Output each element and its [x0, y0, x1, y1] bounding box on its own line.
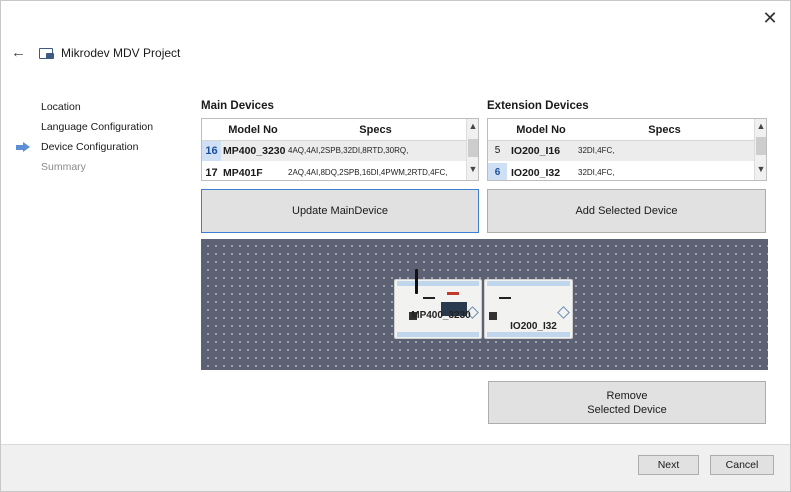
main-devices-scrollbar[interactable]: ▲ ▼: [466, 119, 478, 180]
extension-devices-scrollbar[interactable]: ▲ ▼: [754, 119, 766, 180]
new-project-dialog: ✕ ← Mikrodev MDV Project Location Langua…: [0, 0, 791, 492]
step-device-configuration: Device Configuration: [16, 141, 191, 161]
step-summary: Summary: [41, 161, 191, 181]
column-header-model[interactable]: Model No: [221, 119, 285, 141]
scroll-down-icon[interactable]: ▼: [755, 164, 766, 178]
device-card-main[interactable]: MP400_3230: [394, 279, 482, 339]
row-number: 16: [202, 141, 221, 161]
step-label: Summary: [41, 161, 86, 173]
row-model: MP401F: [223, 167, 263, 179]
row-specs: 32DI,4FC,: [578, 146, 615, 155]
antenna-icon: [415, 269, 418, 294]
remove-button-line-2: Selected Device: [587, 403, 667, 416]
remove-selected-device-button[interactable]: Remove Selected Device: [488, 381, 766, 424]
step-label: Device Configuration: [41, 141, 139, 153]
column-header-model[interactable]: Model No: [507, 119, 575, 141]
step-language-configuration: Language Configuration: [41, 121, 191, 141]
row-number: 5: [494, 145, 501, 156]
project-window-icon: [39, 48, 54, 59]
step-label: Location: [41, 101, 81, 113]
nav-pad-icon: [557, 306, 570, 319]
close-icon[interactable]: ✕: [760, 9, 780, 29]
row-model: IO200_I32: [511, 167, 561, 179]
scroll-up-icon[interactable]: ▲: [755, 121, 766, 135]
row-number: 17: [205, 167, 218, 179]
row-model: MP400_3230: [223, 145, 285, 157]
column-header-specs[interactable]: Specs: [575, 119, 754, 141]
scrollbar-thumb[interactable]: [468, 139, 478, 157]
column-header-specs[interactable]: Specs: [285, 119, 466, 141]
device-label: MP400_3230: [411, 310, 471, 321]
table-header: Model No Specs: [202, 119, 466, 141]
row-specs: 32DI,4FC,: [578, 168, 615, 177]
cancel-button[interactable]: Cancel: [710, 455, 774, 475]
dialog-footer: Next Cancel: [1, 444, 790, 491]
row-model: IO200_I16: [511, 145, 561, 157]
dialog-title: Mikrodev MDV Project: [61, 46, 181, 60]
table-row[interactable]: 6 IO200_I32 32DI,4FC,: [488, 163, 754, 180]
scroll-down-icon[interactable]: ▼: [467, 164, 478, 178]
extension-devices-title: Extension Devices: [487, 100, 589, 112]
table-row[interactable]: 16 MP400_3230 4AQ,4AI,2SPB,32DI,8RTD,30R…: [202, 141, 466, 161]
table-row[interactable]: 17 MP401F 2AQ,4AI,8DQ,2SPB,16DI,4PWM,2RT…: [202, 163, 466, 180]
device-card-extension[interactable]: IO200_I32: [484, 279, 573, 339]
back-arrow-icon[interactable]: ←: [11, 45, 29, 61]
main-devices-table[interactable]: Model No Specs 16 MP400_3230 4AQ,4AI,2SP…: [201, 118, 479, 181]
row-specs: 2AQ,4AI,8DQ,2SPB,16DI,4PWM,2RTD,4FC,: [288, 168, 448, 177]
scrollbar-thumb[interactable]: [756, 137, 766, 155]
row-number: 6: [488, 163, 507, 180]
main-devices-title: Main Devices: [201, 100, 274, 112]
scroll-up-icon[interactable]: ▲: [467, 121, 478, 135]
table-header: Model No Specs: [488, 119, 754, 141]
row-specs: 4AQ,4AI,2SPB,32DI,8RTD,30RQ,: [288, 146, 409, 155]
extension-devices-table[interactable]: Model No Specs 5 IO200_I16 32DI,4FC, 6 I…: [487, 118, 767, 181]
step-label: Language Configuration: [41, 121, 154, 133]
device-label: IO200_I32: [510, 321, 557, 332]
next-button[interactable]: Next: [638, 455, 699, 475]
current-step-arrow-icon: [16, 142, 32, 152]
wizard-steps: Location Language Configuration Device C…: [16, 101, 191, 181]
table-row[interactable]: 5 IO200_I16 32DI,4FC,: [488, 141, 754, 161]
add-selected-device-button[interactable]: Add Selected Device: [487, 189, 766, 233]
step-location: Location: [41, 101, 191, 121]
update-main-device-button[interactable]: Update MainDevice: [201, 189, 479, 233]
remove-button-line-1: Remove: [606, 389, 648, 402]
device-layout-canvas[interactable]: MP400_3230 IO200_I32: [201, 239, 768, 370]
